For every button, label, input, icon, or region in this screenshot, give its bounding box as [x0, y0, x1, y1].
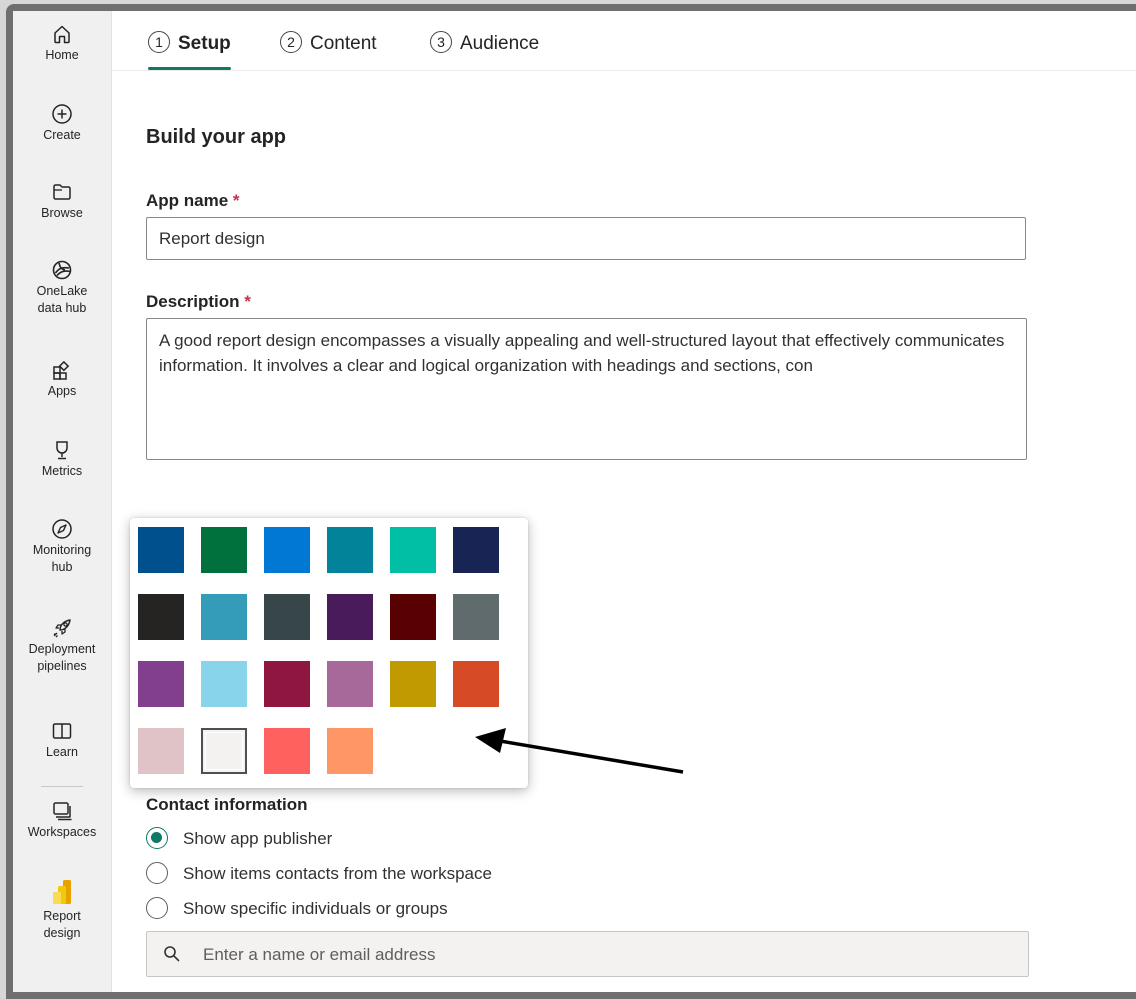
color-swatch[interactable] — [264, 527, 310, 573]
report-design-icon — [53, 880, 71, 904]
nav-label-learn: Learn — [46, 745, 78, 759]
color-swatch[interactable] — [264, 728, 310, 774]
tab-audience-label: Audience — [460, 33, 540, 55]
radio-label: Show app publisher — [183, 829, 333, 848]
color-swatch[interactable] — [453, 527, 499, 573]
color-swatch[interactable] — [327, 527, 373, 573]
color-swatch[interactable] — [390, 661, 436, 707]
nav-label-home: Home — [45, 48, 79, 62]
apps-icon — [53, 360, 70, 380]
deployment-icon — [53, 619, 71, 638]
color-swatch[interactable] — [264, 661, 310, 707]
color-swatch[interactable] — [327, 661, 373, 707]
main-content: 1 Setup 2 Content 3 Audience Build your app… — [111, 11, 1136, 992]
color-swatch[interactable] — [138, 728, 184, 774]
nav-label-create: Create — [43, 128, 81, 142]
nav-item-apps[interactable]: Apps — [13, 359, 111, 400]
create-icon — [52, 104, 72, 124]
color-swatch[interactable] — [138, 594, 184, 640]
description-label: Description * — [146, 292, 251, 312]
color-swatch[interactable] — [453, 594, 499, 640]
search-icon — [164, 946, 180, 962]
wizard-tabs: 1 Setup 2 Content 3 Audience — [111, 11, 1136, 71]
color-swatch[interactable] — [201, 594, 247, 640]
color-swatch[interactable] — [264, 594, 310, 640]
radio-button[interactable] — [146, 897, 168, 919]
color-swatch[interactable] — [138, 527, 184, 573]
nav-item-workspaces[interactable]: Workspaces — [13, 800, 111, 841]
app-window: Home Create Browse OneLake data hub Apps… — [13, 11, 1136, 992]
nav-label-onelake: OneLake data hub — [36, 284, 88, 315]
nav-label-monitoring: Monitoring hub — [32, 543, 92, 574]
radio-label: Show items contacts from the workspace — [183, 864, 492, 883]
nav-label-report-design: Report design — [43, 909, 81, 940]
metrics-icon — [56, 441, 68, 460]
description-input[interactable] — [146, 318, 1027, 460]
required-mark: * — [244, 292, 251, 311]
home-icon — [54, 25, 70, 44]
contact-information-heading: Contact information — [146, 795, 308, 814]
required-mark: * — [232, 191, 240, 210]
tab-audience-step-number: 3 — [430, 31, 452, 53]
nav-item-onelake[interactable]: OneLake data hub — [13, 259, 111, 317]
nav-item-monitoring[interactable]: Monitoring hub — [13, 518, 111, 576]
monitoring-icon — [52, 519, 72, 539]
onelake-icon — [52, 260, 72, 280]
app-name-label-text: App name — [146, 191, 229, 210]
nav-item-metrics[interactable]: Metrics — [13, 439, 111, 480]
radio-button[interactable] — [146, 862, 168, 884]
nav-item-browse[interactable]: Browse — [13, 181, 111, 222]
color-swatch[interactable] — [390, 527, 436, 573]
radio-label: Show specific individuals or groups — [183, 899, 448, 918]
nav-item-deployment[interactable]: Deployment pipelines — [13, 617, 111, 675]
tab-content-step-number: 2 — [280, 31, 302, 53]
color-swatch[interactable] — [453, 661, 499, 707]
color-swatch[interactable] — [201, 728, 247, 774]
people-search-box[interactable] — [146, 931, 1029, 978]
color-swatch[interactable] — [201, 661, 247, 707]
nav-item-home[interactable]: Home — [13, 23, 111, 64]
description-label-text: Description — [146, 292, 240, 311]
app-name-label: App name * — [146, 191, 240, 211]
browse-icon — [53, 184, 71, 200]
tab-setup-step-number: 1 — [148, 31, 170, 53]
color-swatch[interactable] — [138, 661, 184, 707]
nav-item-report-design[interactable]: Report design — [13, 878, 111, 942]
color-swatch[interactable] — [327, 728, 373, 774]
learn-icon — [52, 723, 72, 739]
nav-label-metrics: Metrics — [41, 464, 83, 478]
tab-content-label: Content — [310, 33, 377, 55]
radio-button[interactable] — [146, 827, 168, 849]
nav-label-browse: Browse — [41, 206, 83, 220]
nav-item-create[interactable]: Create — [13, 103, 111, 144]
tab-setup-label: Setup — [178, 33, 231, 55]
theme-color-picker — [130, 518, 528, 788]
tab-setup[interactable]: 1 Setup — [148, 31, 231, 70]
page-title: Build your app — [146, 126, 286, 148]
nav-item-learn[interactable]: Learn — [13, 720, 111, 761]
nav-label-deployment: Deployment pipelines — [28, 642, 96, 673]
active-tab-indicator — [148, 67, 231, 70]
color-swatch[interactable] — [390, 594, 436, 640]
rail-divider — [41, 786, 83, 787]
tab-content[interactable]: 2 Content — [280, 31, 377, 70]
people-search-input[interactable] — [201, 932, 1005, 978]
left-nav-rail: Home Create Browse OneLake data hub Apps… — [13, 11, 112, 992]
color-swatch[interactable] — [201, 527, 247, 573]
nav-label-workspaces: Workspaces — [27, 825, 97, 839]
app-name-input[interactable] — [146, 217, 1026, 260]
color-swatch[interactable] — [327, 594, 373, 640]
nav-label-apps: Apps — [47, 384, 77, 398]
workspaces-icon — [53, 802, 72, 821]
tab-audience[interactable]: 3 Audience — [430, 31, 540, 70]
